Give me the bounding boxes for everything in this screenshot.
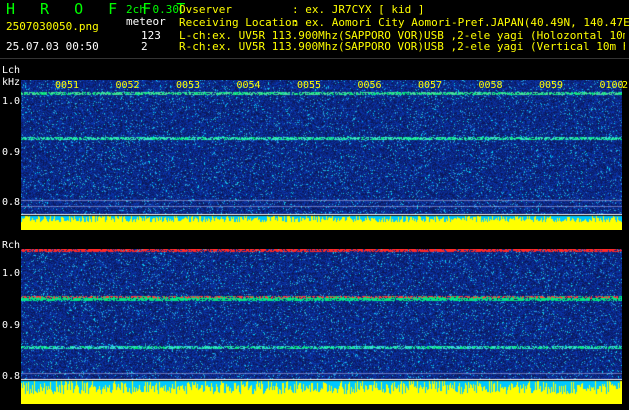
rch-ytick-1-0: 1.0	[2, 268, 21, 279]
version-label: 2ch 0.30	[126, 3, 179, 16]
lch-spectrogram-canvas	[21, 80, 622, 230]
mode-label: meteor	[126, 15, 166, 28]
lch-ytick-0-9: 0.9	[2, 147, 21, 158]
rch-ytick-0-8: 0.8	[2, 371, 21, 382]
lch-time-label: 0055	[297, 80, 322, 91]
location-label: Receiving Location	[179, 16, 299, 29]
observer-value: : ex. JR7CYX [ kid ]	[292, 3, 425, 16]
location-value: : ex. Aomori City Aomori-Pref.JAPAN(40.4…	[292, 16, 629, 29]
lch-time-label: 0056	[357, 80, 382, 91]
lch-description: L-ch:ex. UV5R 113.900Mhz(SAPPORO VOR)USB…	[179, 30, 625, 41]
lch-spectrogram	[21, 80, 622, 230]
lch-ytick-1-0: 1.0	[2, 96, 21, 107]
rch-channel-label: Rch	[2, 240, 21, 251]
lch-time-label: 0057	[418, 80, 443, 91]
lch-channel-label: Lch	[2, 65, 21, 76]
count-r: 2	[141, 40, 148, 53]
filename-label: 2507030050.png	[6, 20, 99, 33]
lch-time-label: 0059	[539, 80, 564, 91]
rch-description: R-ch:ex. UV5R 113.900Mhz(SAPPORO VOR)USB…	[179, 41, 625, 52]
observer-label: Ovserver	[179, 3, 232, 16]
lch-time-label: 0051	[55, 80, 80, 91]
lch-time-label: 0100	[599, 80, 624, 91]
rch-ytick-0-9: 0.9	[2, 320, 21, 331]
rch-spectrogram-canvas	[21, 249, 622, 404]
lch-ytick-0-8: 0.8	[2, 197, 21, 208]
rch-spectrogram	[21, 249, 622, 404]
lch-time-axis: 0051 0052 0053 0054 0055 0056 0057 0058 0059 0100…	[0, 80, 629, 92]
lch-time-label: 0054	[236, 80, 261, 91]
lch-time-label: 0058	[478, 80, 503, 91]
lch-time-label: 0052	[115, 80, 140, 91]
timestamp-label: 25.07.03 00:50	[6, 40, 99, 53]
lch-time-label: 2	[622, 80, 629, 91]
lch-time-label: 0053	[176, 80, 201, 91]
header-separator	[0, 58, 629, 59]
